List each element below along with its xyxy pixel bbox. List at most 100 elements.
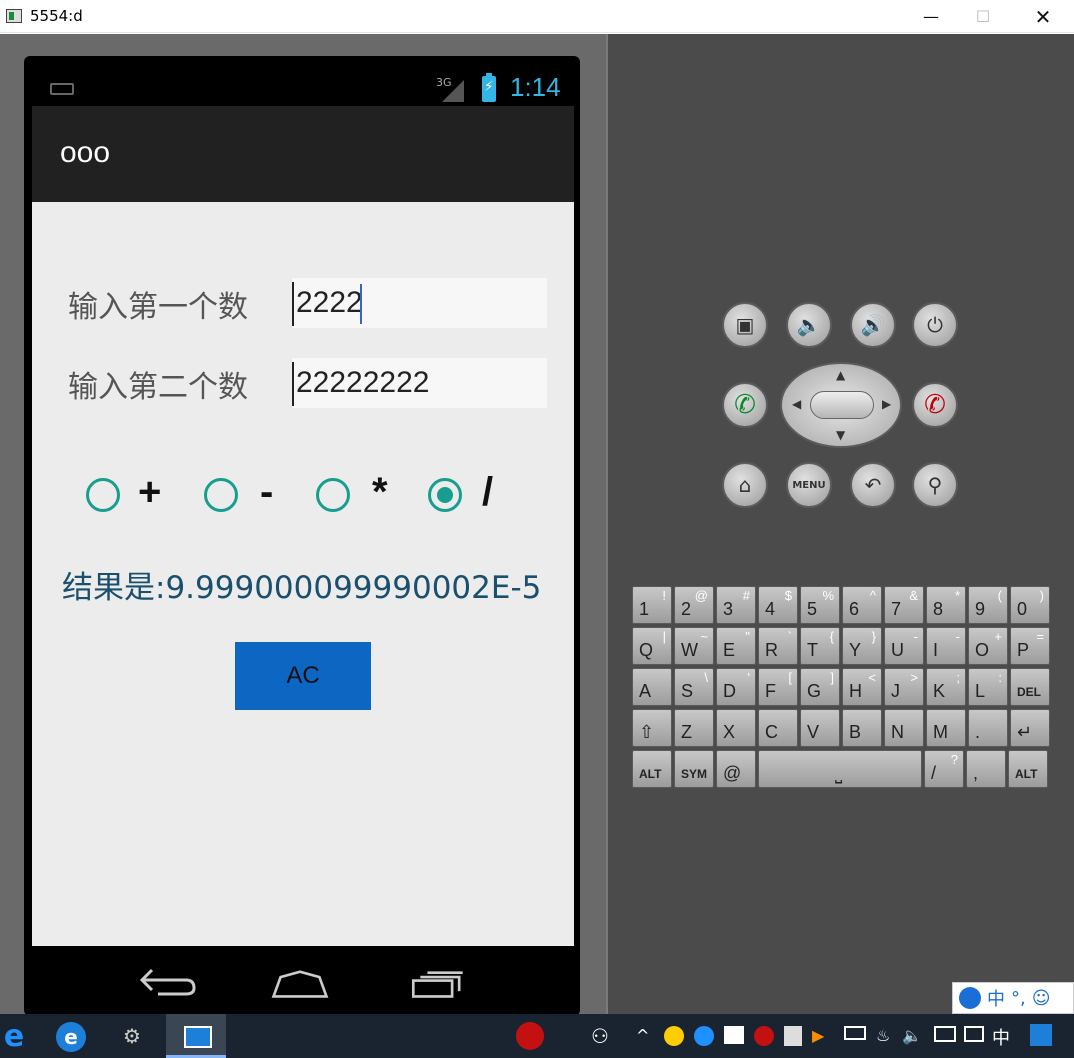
comma-key[interactable]: ,	[966, 750, 1006, 788]
key-0-9[interactable]: 0)	[1010, 586, 1050, 624]
volume-icon[interactable]: 🔈	[902, 1026, 922, 1045]
key-3-6[interactable]: N	[884, 709, 924, 747]
dpad-up-icon[interactable]: ▲	[836, 368, 845, 382]
display-icon[interactable]	[964, 1026, 984, 1042]
alt-left-key[interactable]: ALT	[632, 750, 672, 788]
key-0-6[interactable]: 7 &	[884, 586, 924, 624]
key-1-0[interactable]: Q |	[632, 627, 672, 665]
key-0-7[interactable]: 8 *	[926, 586, 966, 624]
volume-up-icon[interactable]: 🔊	[850, 302, 896, 348]
dpad-right-icon[interactable]: ▶	[882, 397, 891, 411]
key-0-8[interactable]: 9(	[968, 586, 1008, 624]
notification-icon[interactable]	[1030, 1024, 1052, 1046]
qq-icon[interactable]	[664, 1026, 684, 1046]
recent-apps-icon[interactable]	[410, 970, 466, 1000]
maximize-button[interactable]: ☐	[960, 0, 1006, 33]
network-icon[interactable]	[934, 1026, 956, 1042]
edge-tray-icon[interactable]	[694, 1026, 714, 1046]
camera-icon[interactable]: ▣	[722, 302, 768, 348]
radio-add[interactable]	[86, 478, 120, 512]
radio-multiply[interactable]	[316, 478, 350, 512]
alt-right-key[interactable]: ALT	[1008, 750, 1048, 788]
key-3-1[interactable]: Z	[674, 709, 714, 747]
key-1-7[interactable]: I-	[926, 627, 966, 665]
key-1-1[interactable]: W ~	[674, 627, 714, 665]
key-2-5[interactable]: H <	[842, 668, 882, 706]
key-1-4[interactable]: T{	[800, 627, 840, 665]
key-3-0[interactable]: ⇧	[632, 709, 672, 747]
back-icon[interactable]	[138, 964, 198, 1000]
window-tray-icon[interactable]	[724, 1026, 744, 1044]
red-tray-icon[interactable]	[754, 1026, 774, 1046]
emulator-taskbar-icon[interactable]	[166, 1014, 226, 1058]
ac-button[interactable]: AC	[235, 642, 371, 710]
home-hardware-icon[interactable]: ⌂	[722, 462, 768, 508]
search-icon[interactable]: ⚲	[912, 462, 958, 508]
key-3-9[interactable]: ↵	[1010, 709, 1050, 747]
taskbar-ime-language[interactable]: 中	[992, 1024, 1010, 1050]
key-2-3[interactable]: F[	[758, 668, 798, 706]
radio-subtract[interactable]	[204, 478, 238, 512]
slash-key[interactable]: /?	[924, 750, 964, 788]
key-3-3[interactable]: C	[758, 709, 798, 747]
key-1-5[interactable]: Y}	[842, 627, 882, 665]
key-3-7[interactable]: M	[926, 709, 966, 747]
at-key[interactable]: @	[716, 750, 756, 788]
key-1-8[interactable]: O +	[968, 627, 1008, 665]
back-hardware-icon[interactable]: ↶	[850, 462, 896, 508]
key-1-6[interactable]: U-	[884, 627, 924, 665]
red-app-icon[interactable]	[516, 1022, 544, 1050]
first-number-input[interactable]: 2222	[292, 278, 547, 328]
volume-down-icon[interactable]: 🔈	[786, 302, 832, 348]
gear-icon[interactable]: ⚙	[118, 1022, 146, 1050]
key-2-2[interactable]: D '	[716, 668, 756, 706]
second-number-input[interactable]: 22222222	[292, 358, 547, 408]
ie-icon[interactable]: e	[56, 1022, 86, 1052]
sym-key[interactable]: SYM	[674, 750, 714, 788]
dpad-center-button[interactable]	[810, 391, 874, 419]
key-3-8[interactable]: .	[968, 709, 1008, 747]
key-0-0[interactable]: 1!	[632, 586, 672, 624]
call-icon[interactable]: ✆	[722, 382, 768, 428]
ime-punctuation[interactable]: °,	[1011, 988, 1026, 1009]
key-2-0[interactable]: A	[632, 668, 672, 706]
key-1-3[interactable]: R `	[758, 627, 798, 665]
key-1-9[interactable]: P =	[1010, 627, 1050, 665]
key-0-3[interactable]: 4 $	[758, 586, 798, 624]
tray-overflow-icon[interactable]: ^	[636, 1026, 649, 1045]
people-icon[interactable]: ⚇	[586, 1022, 614, 1050]
dpad-left-icon[interactable]: ◀	[792, 397, 801, 411]
key-2-4[interactable]: G]	[800, 668, 840, 706]
battery-tray-icon[interactable]	[844, 1026, 866, 1040]
menu-hardware-button[interactable]: MENU	[786, 462, 832, 508]
key-0-4[interactable]: 5%	[800, 586, 840, 624]
radio-divide[interactable]	[428, 478, 462, 512]
home-icon[interactable]	[270, 970, 330, 1000]
dpad[interactable]: ▲ ▼ ◀ ▶	[780, 362, 902, 448]
key-3-2[interactable]: X	[716, 709, 756, 747]
power-icon[interactable]: ⏻	[912, 302, 958, 348]
key-2-7[interactable]: K;	[926, 668, 966, 706]
temperature-icon[interactable]: ♨	[876, 1026, 890, 1045]
end-call-icon[interactable]: ✆	[912, 382, 958, 428]
space-key[interactable]: ⎵	[758, 750, 922, 788]
key-0-1[interactable]: 2 @	[674, 586, 714, 624]
ime-user-icon[interactable]	[959, 987, 981, 1009]
ime-language[interactable]: 中	[987, 985, 1005, 1011]
key-2-8[interactable]: L:	[968, 668, 1008, 706]
key-3-5[interactable]: B	[842, 709, 882, 747]
key-1-2[interactable]: E "	[716, 627, 756, 665]
key-3-4[interactable]: V	[800, 709, 840, 747]
minimize-button[interactable]: —	[908, 0, 954, 33]
shield-icon[interactable]	[784, 1026, 802, 1046]
close-button[interactable]: ✕	[1020, 0, 1066, 33]
key-0-2[interactable]: 3 #	[716, 586, 756, 624]
key-2-6[interactable]: J >	[884, 668, 924, 706]
speaker-icon[interactable]: ▶	[812, 1026, 824, 1045]
key-2-1[interactable]: S \	[674, 668, 714, 706]
edge-icon[interactable]: e	[0, 1019, 28, 1054]
key-0-5[interactable]: 6 ^	[842, 586, 882, 624]
dpad-down-icon[interactable]: ▼	[836, 428, 845, 442]
key-2-9[interactable]: DEL	[1010, 668, 1050, 706]
ime-emoji-icon[interactable]: ☺	[1032, 988, 1051, 1009]
